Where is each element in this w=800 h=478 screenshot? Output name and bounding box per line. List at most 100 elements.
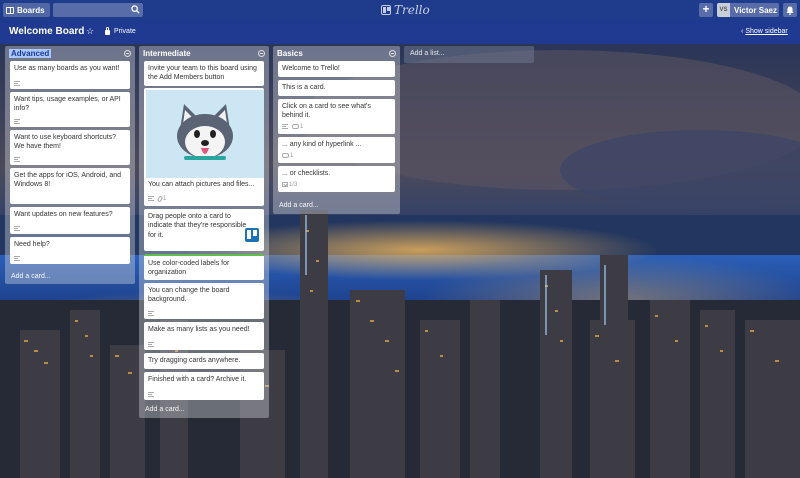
lock-icon — [105, 26, 110, 35]
card-title: Want to use keyboard shortcuts? We have … — [14, 134, 117, 151]
attachment-badge: 1 — [156, 195, 166, 203]
card[interactable]: Finished with a card? Archive it. — [144, 372, 264, 400]
add-card-link[interactable]: Add a card... — [279, 202, 319, 209]
top-header-bar: Boards Trello + VS Victor Saez — [0, 0, 800, 20]
card-title: Try dragging cards anywhere. — [148, 357, 241, 364]
card[interactable]: You can attach pictures and files... 1 — [144, 88, 264, 206]
card-title: Need help? — [14, 241, 50, 248]
list-title[interactable]: Intermediate — [143, 49, 191, 58]
boards-button[interactable]: Boards — [3, 3, 50, 17]
card[interactable]: Drag people onto a card to indicate that… — [144, 209, 264, 251]
card-badges — [14, 119, 20, 124]
card-cover-image — [146, 90, 264, 178]
card-badges — [14, 157, 20, 162]
avatar: VS — [717, 3, 730, 17]
card[interactable]: Get the apps for iOS, Android, and Windo… — [10, 168, 130, 204]
card[interactable]: Want updates on new features? — [10, 207, 130, 234]
description-icon — [14, 157, 20, 162]
card-badges — [148, 392, 154, 397]
card[interactable]: Want to use keyboard shortcuts? We have … — [10, 130, 130, 165]
card[interactable]: Click on a card to see what's behind it.… — [278, 99, 395, 134]
list-menu-icon[interactable] — [258, 50, 265, 57]
card-title: Click on a card to see what's behind it. — [282, 103, 371, 120]
list-header: Basics — [277, 49, 396, 60]
card-title: Use as many boards as you want! — [14, 65, 120, 72]
checklist-count: 1/3 — [289, 181, 298, 188]
card[interactable]: This is a card. — [278, 80, 395, 96]
card-title: Invite your team to this board using the… — [148, 65, 257, 82]
add-card-link[interactable]: Add a card... — [145, 406, 185, 413]
card[interactable]: Try dragging cards anywhere. — [144, 353, 264, 369]
husky-mascot-image — [146, 90, 264, 178]
card-title: ... any kind of hyperlink ... — [282, 141, 362, 148]
card-badges — [14, 226, 20, 231]
description-icon — [14, 256, 20, 261]
card[interactable]: Want tips, usage examples, or API info? — [10, 92, 130, 127]
card-badges: 1 — [282, 123, 303, 131]
card-title: Make as many lists as you need! — [148, 326, 250, 333]
comment-count: 1 — [300, 123, 304, 130]
card[interactable]: Make as many lists as you need! — [144, 322, 264, 350]
card-badges: 1/3 — [282, 181, 297, 189]
list-title[interactable]: Basics — [277, 49, 303, 58]
card[interactable]: You can change the board background. — [144, 283, 264, 319]
trello-logo-text: Trello — [394, 3, 430, 17]
card[interactable]: Use color-coded labels for organization — [144, 254, 264, 280]
card-title: You can attach pictures and files... — [148, 181, 255, 188]
card-badges: 1 — [282, 152, 293, 160]
show-sidebar-link[interactable]: ‹ Show sidebar — [741, 28, 788, 35]
card-title: Get the apps for iOS, Android, and Windo… — [14, 172, 122, 189]
description-icon — [148, 196, 154, 202]
member-name: Victor Saez — [734, 5, 777, 15]
list-advanced: Advanced Use as many boards as you want!… — [5, 46, 135, 284]
card[interactable]: ... or checklists. 1/3 — [278, 166, 395, 192]
board-title[interactable]: Welcome Board — [9, 26, 84, 37]
notifications-button[interactable] — [783, 3, 797, 17]
card[interactable]: Welcome to Trello! — [278, 61, 395, 77]
trello-member-icon — [245, 228, 259, 242]
add-card-link[interactable]: Add a card... — [11, 273, 51, 280]
search-input[interactable] — [53, 3, 129, 17]
visibility-button[interactable]: Private — [105, 26, 136, 35]
comment-badge: 1 — [282, 152, 293, 160]
description-icon — [14, 81, 20, 86]
comment-count: 1 — [290, 152, 294, 159]
comment-icon — [292, 124, 299, 130]
list-menu-icon[interactable] — [124, 50, 131, 57]
visibility-label: Private — [114, 28, 136, 35]
add-button[interactable]: + — [699, 3, 713, 17]
add-list-button[interactable]: Add a list... — [404, 46, 534, 63]
card-badges — [148, 342, 154, 347]
comment-icon — [282, 153, 289, 159]
list-basics: Basics Welcome to Trello! This is a card… — [273, 46, 400, 214]
card-title: You can change the board background. — [148, 287, 230, 304]
list-header: Advanced — [9, 49, 131, 60]
card-badges — [14, 256, 20, 261]
description-icon — [148, 392, 154, 397]
chevron-left-icon: ‹ — [741, 28, 744, 35]
card[interactable]: ... any kind of hyperlink ... 1 — [278, 137, 395, 163]
card-title: This is a card. — [282, 84, 326, 91]
board-header: Welcome Board ☆ Private ‹ Show sidebar — [0, 20, 800, 44]
card-title: Welcome to Trello! — [282, 65, 340, 72]
search-icon[interactable] — [131, 5, 140, 14]
card-badges: 1 — [148, 195, 166, 203]
card-title: Want updates on new features? — [14, 211, 113, 218]
card-badges — [14, 81, 20, 86]
card[interactable]: Use as many boards as you want! — [10, 61, 130, 89]
card[interactable]: Need help? — [10, 237, 130, 264]
show-sidebar-label: Show sidebar — [745, 28, 788, 35]
member-menu-button[interactable]: VS Victor Saez — [717, 3, 779, 17]
description-icon — [148, 342, 154, 347]
bell-icon — [786, 6, 794, 15]
star-icon[interactable]: ☆ — [86, 27, 94, 36]
boards-icon — [6, 6, 14, 14]
card[interactable]: Invite your team to this board using the… — [144, 61, 264, 86]
checklist-icon — [282, 182, 288, 188]
list-title[interactable]: Advanced — [9, 49, 52, 58]
trello-logo[interactable]: Trello — [381, 3, 430, 17]
search-box — [53, 3, 143, 17]
card-badges — [148, 311, 154, 316]
boards-label: Boards — [17, 5, 45, 15]
list-menu-icon[interactable] — [389, 50, 396, 57]
